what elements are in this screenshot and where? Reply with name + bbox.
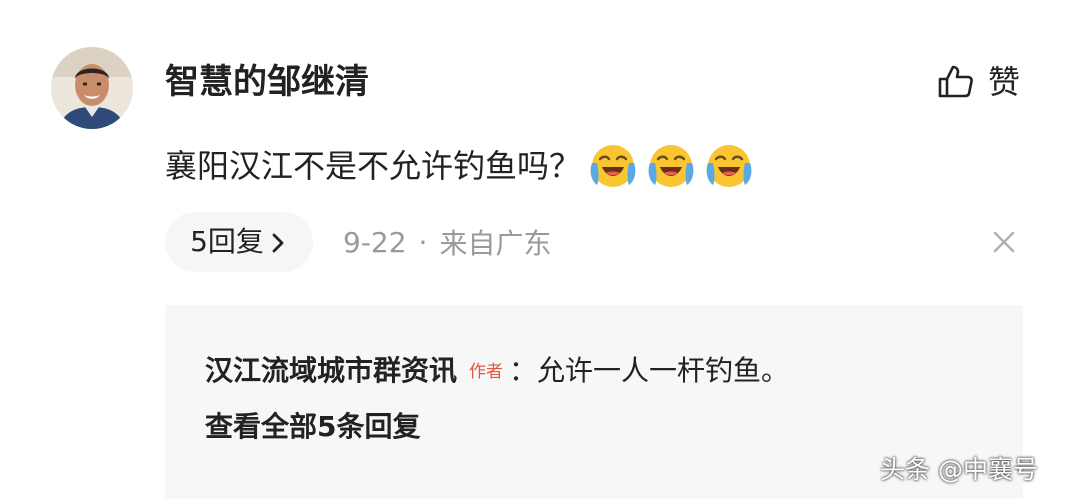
reply-preview-item: 汉江流域城市群资讯 作者 ：允许一人一杆钓鱼。 [205,345,789,393]
comment-location: 来自广东 [439,227,552,260]
chevron-right-icon [268,229,288,255]
close-icon [988,226,1020,258]
comment-text: 襄阳汉江不是不允许钓鱼吗？ [165,147,582,185]
avatar-image [51,47,133,129]
comment-page: 智慧的邹继清 赞 襄阳汉江不是不允许钓鱼吗？ 5回复 9-22 · 来自广东 汉… [0,0,1074,499]
comment-meta: 9-22 · 来自广东 [343,212,551,272]
comment-body: 襄阳汉江不是不允许钓鱼吗？ [165,141,755,191]
loudly-crying-face-icon [645,141,697,191]
avatar[interactable] [51,47,133,129]
thumbs-up-icon [936,63,974,101]
dismiss-button[interactable] [988,226,1020,258]
loudly-crying-face-icon [703,141,755,191]
loudly-crying-face-icon [587,141,639,191]
username[interactable]: 智慧的邹继清 [165,60,369,104]
author-badge: 作者 [469,361,504,382]
reply-text: ：允许一人一杆钓鱼。 [509,354,790,387]
reply-count-label: 5回复 [190,225,264,258]
like-button[interactable]: 赞 [936,60,1020,104]
watermark: 头条 @中襄号 [880,455,1038,484]
comment-date: 9-22 [343,225,407,259]
meta-separator: · [418,225,428,259]
replies-button[interactable]: 5回复 [165,212,313,272]
like-label: 赞 [988,63,1021,101]
view-all-replies-link[interactable]: 查看全部5条回复 [205,403,420,451]
reply-author[interactable]: 汉江流域城市群资讯 [205,349,457,389]
